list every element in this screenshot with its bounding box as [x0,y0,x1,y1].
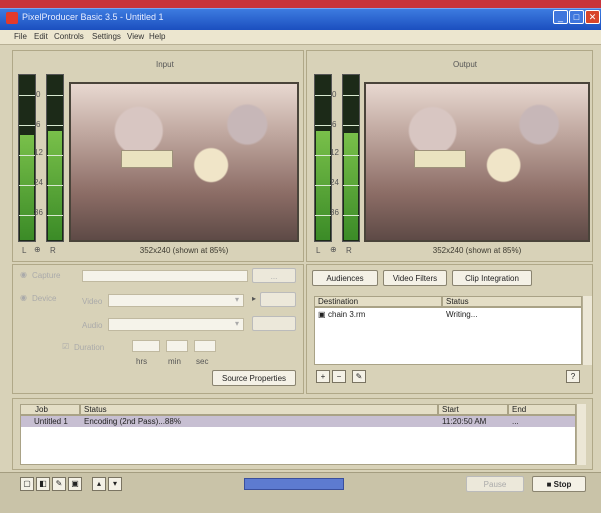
app-icon [6,12,18,24]
input-meter-scale-6: 6 [36,120,41,129]
capture-radio-icon[interactable]: ◉ [20,270,27,279]
output-resolution-caption: 352x240 (shown at 85%) [432,246,522,255]
add-destination-icon[interactable]: + [316,370,330,383]
job-status-column-header[interactable]: Status [80,404,438,415]
video-settings-button[interactable] [260,292,296,307]
stop-button[interactable]: ■ Stop [532,476,586,492]
top-border [0,0,601,8]
output-meter-scale-0: 0 [332,90,337,99]
output-meter-left-label: L [316,246,321,255]
duration-checkbox-icon[interactable]: ☑ [62,342,69,351]
input-resolution-caption: 352x240 (shown at 85%) [139,246,229,255]
help-icon[interactable]: ? [566,370,580,383]
menu-bar [0,30,601,45]
input-label: Input [156,60,174,69]
new-job-icon[interactable]: ▢ [20,477,34,491]
link-channels-icon[interactable]: ⊕ [330,245,337,254]
menu-file[interactable]: File [14,32,27,41]
output-meter-scale-24: 24 [330,178,339,187]
start-column-header[interactable]: Start [438,404,508,415]
delete-job-icon[interactable]: ▣ [68,477,82,491]
job-start-cell: 11:20:50 AM [442,417,487,426]
input-meter-scale-36: 36 [34,208,43,217]
edit-destination-icon[interactable]: ✎ [352,370,366,383]
output-label: Output [453,60,478,69]
hours-unit: hrs [136,357,148,366]
job-scrollbar[interactable] [576,404,586,465]
output-meter-right-label: R [346,246,352,255]
duration-label: Duration [74,343,105,352]
input-meter-left-label: L [22,246,27,255]
video-device-select[interactable] [108,294,244,307]
arrow-right-icon: ▸ [252,294,257,303]
minutes-unit: min [168,357,181,366]
pause-button[interactable]: Pause [466,476,524,492]
input-meter-scale-24: 24 [34,178,43,187]
input-meter-right-label: R [50,246,56,255]
minimize-button[interactable]: _ [553,10,568,24]
duration-minutes[interactable] [166,340,188,352]
clip-integration-button[interactable]: Clip Integration [452,270,532,286]
output-meter-right [342,74,360,242]
job-end-cell: ... [512,417,519,426]
audio-settings-button[interactable] [252,316,296,331]
device-label: Device [32,294,57,303]
duration-hours[interactable] [132,340,160,352]
menu-help[interactable]: Help [149,32,165,41]
source-properties-button[interactable]: Source Properties [212,370,296,386]
window-title: PixelProducer Basic 3.5 - Untitled 1 [22,12,164,22]
status-column-header[interactable]: Status [442,296,582,307]
destination-scrollbar[interactable] [582,296,592,365]
menu-edit[interactable]: Edit [34,32,48,41]
destination-column-header[interactable]: Destination [314,296,442,307]
audiences-button[interactable]: Audiences [312,270,378,286]
destination-cell[interactable]: chain 3.rm [328,310,365,319]
job-column-header[interactable]: Job [20,404,80,415]
capture-label: Capture [32,271,61,280]
menu-controls[interactable]: Controls [54,32,84,41]
edit-job-icon[interactable]: ✎ [52,477,66,491]
input-video-preview [69,82,299,242]
close-button[interactable]: ✕ [585,10,600,24]
job-name-cell: Untitled 1 [34,417,68,426]
video-filters-button[interactable]: Video Filters [383,270,447,286]
menu-view[interactable]: View [127,32,144,41]
link-channels-icon[interactable]: ⊕ [34,245,41,254]
input-meter-scale-0: 0 [36,90,41,99]
end-column-header[interactable]: End [508,404,576,415]
remove-destination-icon[interactable]: − [332,370,346,383]
maximize-button[interactable]: □ [569,10,584,24]
duration-seconds[interactable] [194,340,216,352]
device-radio-icon[interactable]: ◉ [20,293,27,302]
output-meter-scale-6: 6 [332,120,337,129]
destination-status-cell: Writing... [446,310,478,319]
move-up-icon[interactable]: ▴ [92,477,106,491]
input-meter-right [46,74,64,242]
capture-file-field[interactable] [82,270,248,282]
browse-button[interactable]: ... [252,268,296,283]
file-icon: ▣ [318,310,326,319]
output-video-preview [364,82,590,242]
move-down-icon[interactable]: ▾ [108,477,122,491]
output-meter-scale-36: 36 [330,208,339,217]
encode-progress-bar [244,478,344,490]
seconds-unit: sec [196,357,209,366]
chevron-down-icon[interactable]: ▾ [235,319,239,328]
open-job-icon[interactable]: ◧ [36,477,50,491]
job-status-cell: Encoding (2nd Pass)...88% [84,417,181,426]
audio-label: Audio [82,321,103,330]
menu-settings[interactable]: Settings [92,32,121,41]
input-meter-scale-12: 12 [34,148,43,157]
chevron-down-icon[interactable]: ▾ [235,295,239,304]
audio-device-select[interactable] [108,318,244,331]
output-meter-scale-12: 12 [330,148,339,157]
video-label: Video [82,297,103,306]
